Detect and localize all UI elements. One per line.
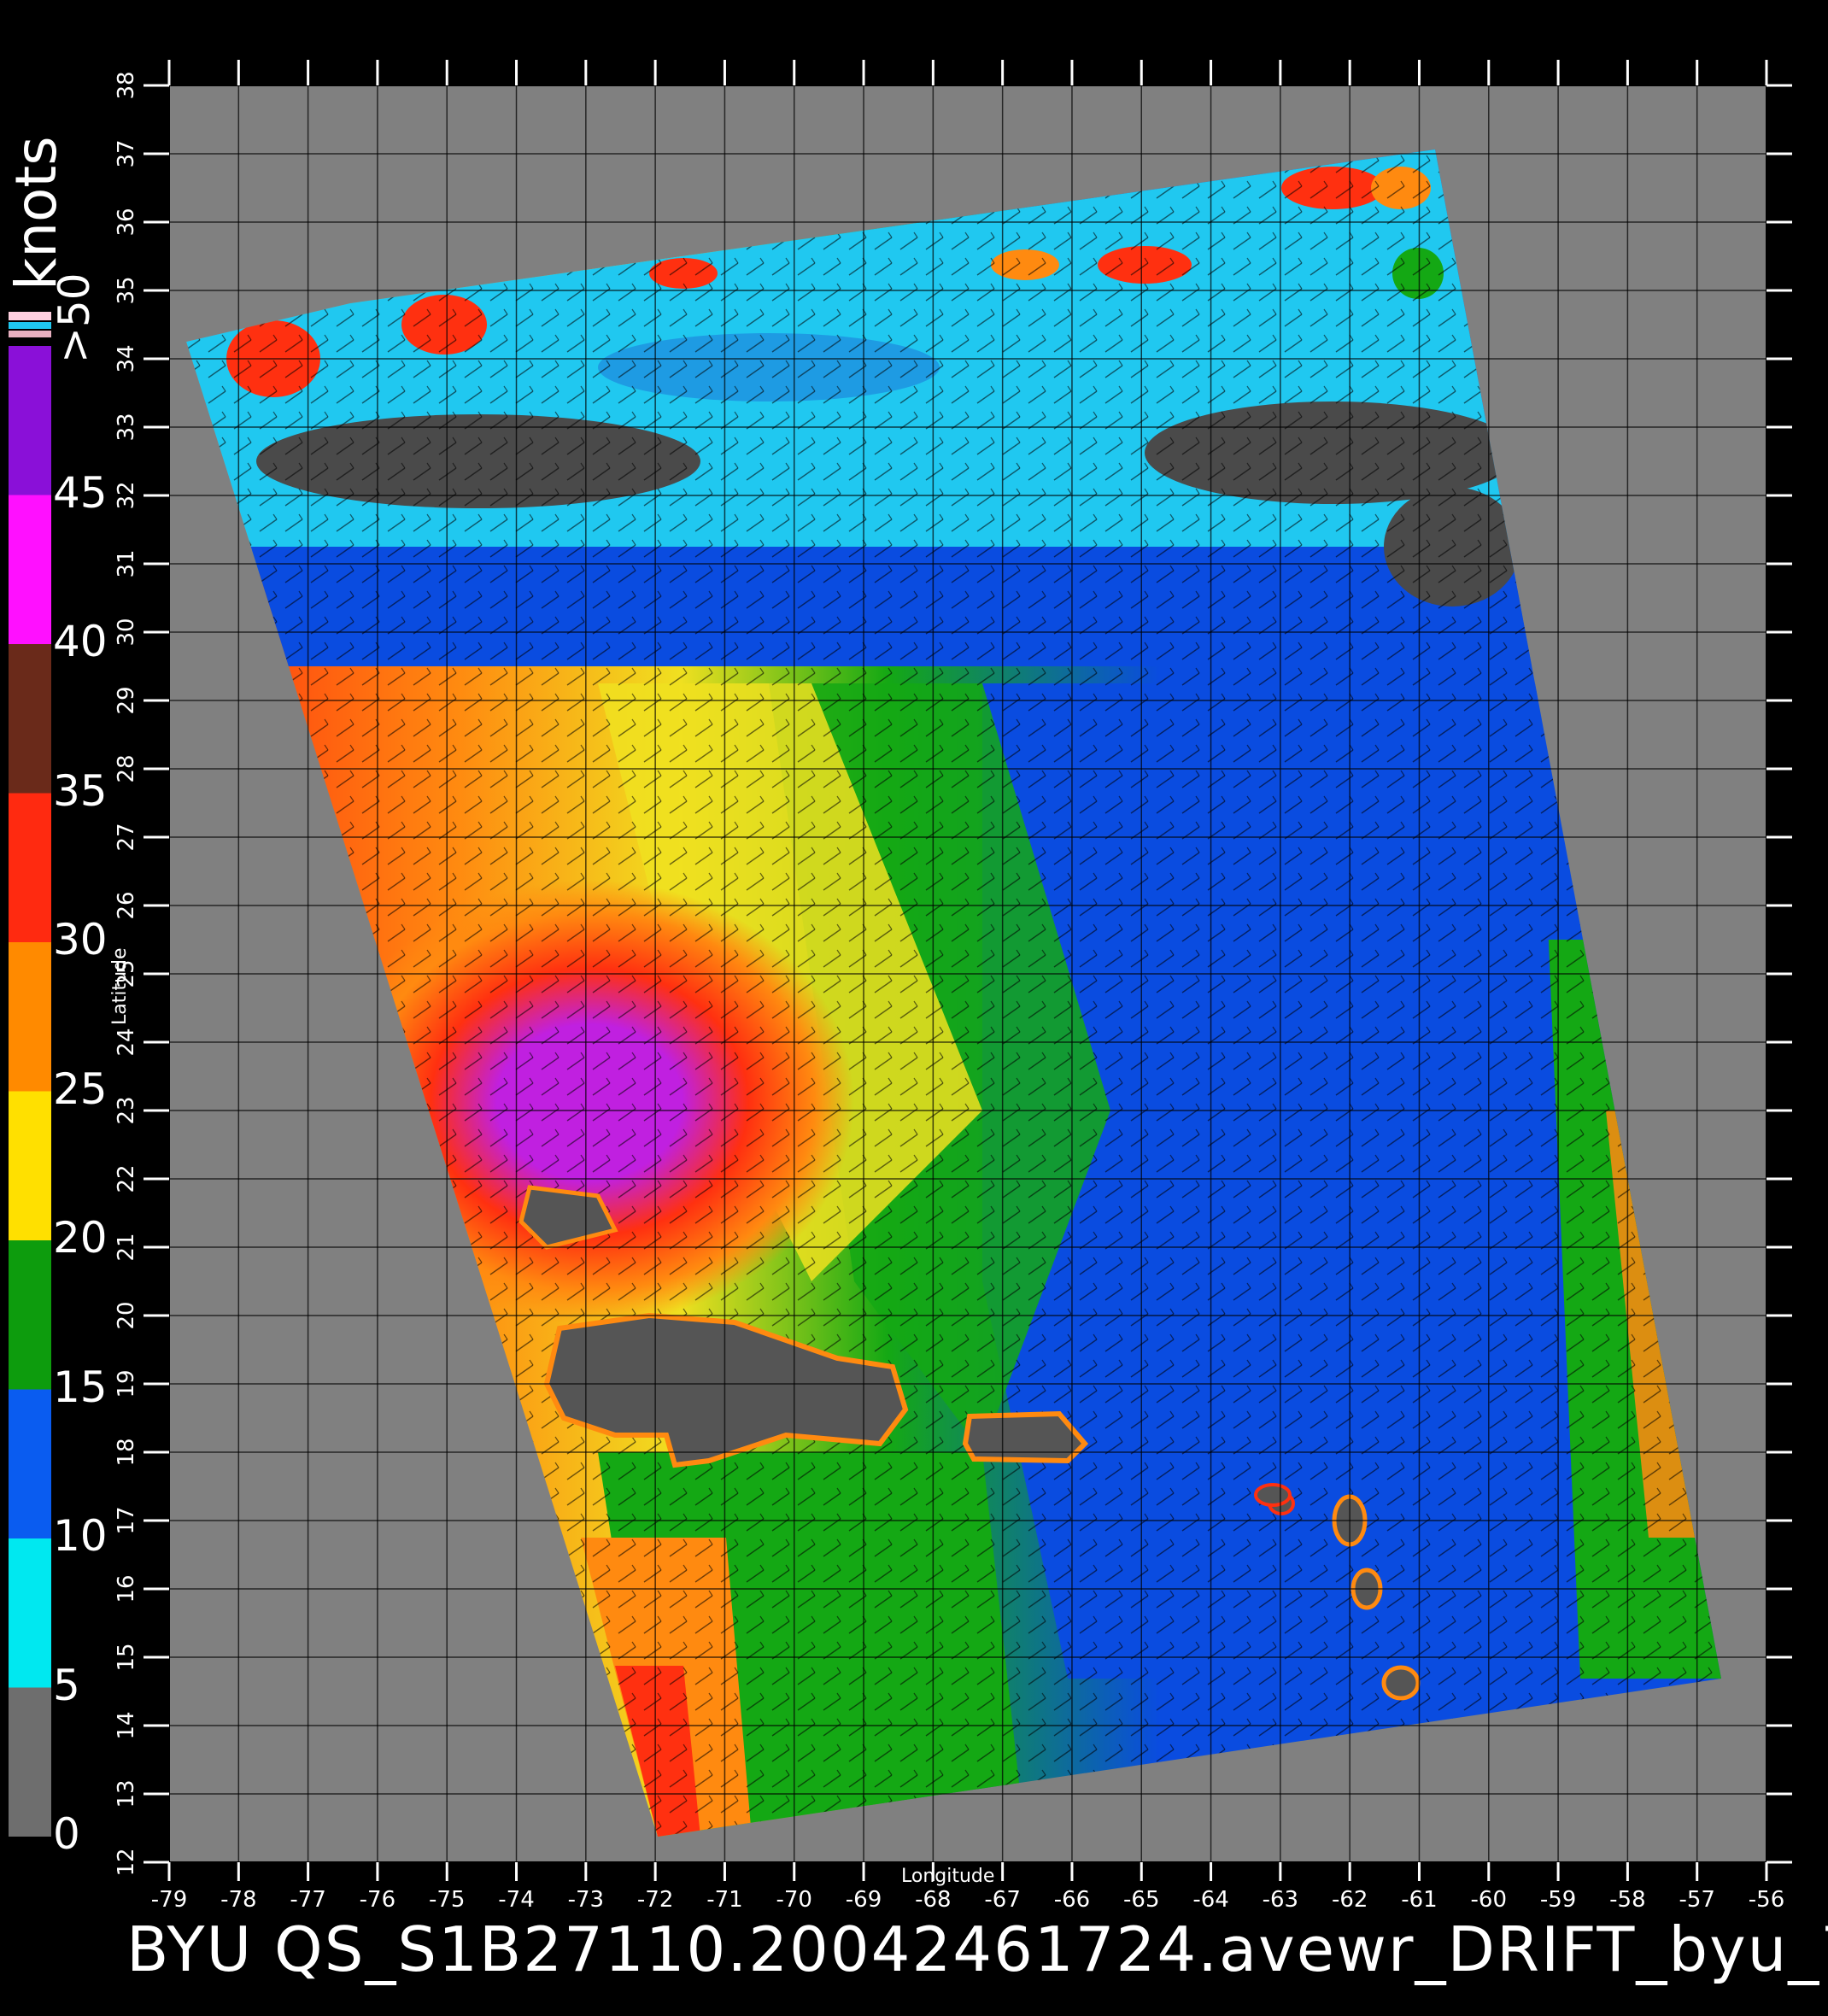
lat-tick-label: 13 — [114, 1779, 139, 1808]
colorbar-segment — [9, 1240, 51, 1390]
lat-tick-label: 32 — [114, 481, 139, 509]
lat-tick-label: 33 — [114, 413, 139, 441]
colorbar-segment — [9, 793, 51, 942]
lat-tick-label: 24 — [114, 1028, 139, 1056]
lat-tick-label: 14 — [114, 1711, 139, 1739]
colorbar-label: 15 — [53, 1362, 108, 1412]
colorbar-label: 25 — [53, 1064, 108, 1114]
lat-tick-label: 36 — [114, 208, 139, 236]
lat-tick-label: 38 — [114, 71, 139, 99]
lat-tick-label: 21 — [114, 1233, 139, 1261]
product-title: BYU QS_S1B27110.20042461724.avewr_DRIFT_… — [126, 1913, 1828, 1985]
lat-tick-label: 29 — [114, 686, 139, 714]
colorbar-cap — [9, 331, 51, 337]
lon-tick-label: -63 — [1263, 1887, 1298, 1913]
lon-tick-label: -75 — [429, 1887, 465, 1913]
colorbar-segment — [9, 495, 51, 644]
lon-tick-label: -56 — [1749, 1887, 1784, 1913]
lat-tick-label: 28 — [114, 754, 139, 782]
lat-tick-label: 18 — [114, 1438, 139, 1466]
lat-tick-label: 37 — [114, 139, 139, 167]
lon-tick-label: -66 — [1054, 1887, 1090, 1913]
colorbar-label: 45 — [53, 467, 108, 518]
colorbar-label: 40 — [53, 617, 108, 666]
colorbar-label: 10 — [53, 1511, 108, 1561]
lesser-antilles-island — [1381, 1665, 1421, 1701]
lon-tick-label: -77 — [290, 1887, 325, 1913]
colorbar-segment — [9, 1687, 51, 1837]
lon-tick-label: -79 — [151, 1887, 187, 1913]
units-label: knots — [3, 136, 69, 290]
lat-tick-label: 34 — [114, 344, 139, 372]
x-axis-title: Longitude — [901, 1866, 995, 1887]
colorbar-label: >50 — [50, 273, 99, 363]
lat-tick-label: 31 — [114, 549, 139, 577]
lon-tick-label: -76 — [360, 1887, 395, 1913]
colorbar-segment — [9, 1538, 51, 1688]
colorbar — [9, 312, 51, 1837]
colorbar-cap — [9, 312, 51, 320]
colorbar-segment — [9, 644, 51, 794]
colorbar-label: 5 — [53, 1660, 80, 1710]
lon-tick-label: -59 — [1540, 1887, 1576, 1913]
lon-tick-label: -74 — [498, 1887, 534, 1913]
colorbar-label: 0 — [53, 1809, 80, 1859]
colorbar-segment — [9, 1091, 51, 1240]
lat-tick-label: 23 — [114, 1096, 139, 1124]
lon-tick-label: -68 — [915, 1887, 951, 1913]
lesser-antilles-island — [1254, 1483, 1292, 1507]
colorbar-label: 30 — [53, 915, 108, 964]
lon-tick-label: -78 — [220, 1887, 256, 1913]
colorbar-segment — [9, 942, 51, 1092]
lat-tick-label: 16 — [114, 1574, 139, 1603]
wind-speed-map: -79 -78 -77 -76 -75 -74 -73 -72 -71 -70 -69 -68 -67 -… — [9, 60, 1792, 1913]
y-axis-title: Latitude — [109, 947, 131, 1025]
lat-tick-label: 26 — [114, 891, 139, 919]
lat-tick-label: 20 — [114, 1301, 139, 1329]
lon-tick-label: -65 — [1123, 1887, 1159, 1913]
lat-tick-label: 22 — [114, 1164, 139, 1193]
lon-tick-label: -67 — [984, 1887, 1020, 1913]
lon-tick-label: -64 — [1192, 1887, 1228, 1913]
lon-tick-label: -69 — [846, 1887, 882, 1913]
colorbar-cap — [9, 322, 51, 329]
lon-tick-label: -57 — [1679, 1887, 1714, 1913]
lon-tick-label: -73 — [568, 1887, 604, 1913]
lon-tick-label: -71 — [706, 1887, 742, 1913]
lat-tick-label: 35 — [114, 276, 139, 304]
colorbar-segment — [9, 1389, 51, 1538]
lon-tick-label: -58 — [1609, 1887, 1645, 1913]
lat-tick-label: 12 — [114, 1848, 139, 1876]
lon-tick-label: -72 — [637, 1887, 673, 1913]
colorbar-label: 35 — [53, 765, 108, 816]
lat-tick-label: 19 — [114, 1369, 139, 1398]
lon-tick-label: -61 — [1401, 1887, 1437, 1913]
lat-tick-label: 15 — [114, 1643, 139, 1671]
colorbar-segment — [9, 346, 51, 495]
puerto-rico-island — [962, 1410, 1089, 1464]
lon-tick-label: -60 — [1471, 1887, 1507, 1913]
colorbar-label: 20 — [53, 1213, 108, 1263]
lat-tick-label: 17 — [114, 1506, 139, 1534]
lat-tick-label: 27 — [114, 823, 139, 851]
lon-tick-label: -62 — [1332, 1887, 1368, 1913]
lon-tick-label: -70 — [776, 1887, 812, 1913]
lat-tick-label: 30 — [114, 618, 139, 646]
